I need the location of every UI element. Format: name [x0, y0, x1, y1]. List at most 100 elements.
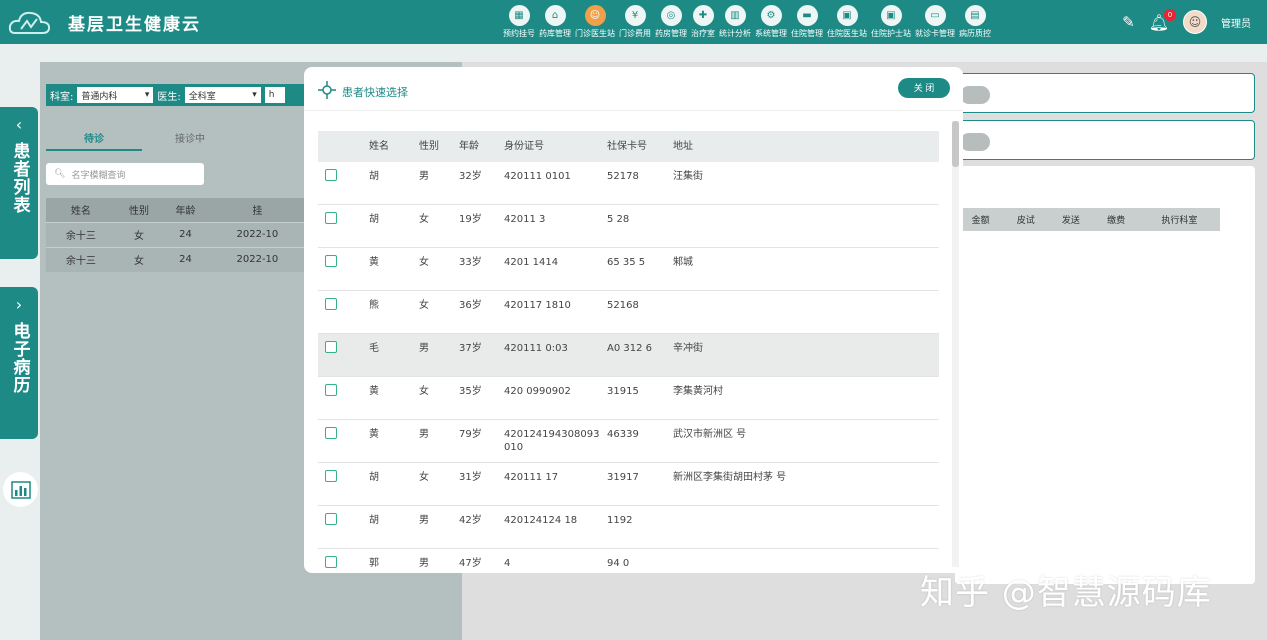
close-button[interactable]: 关 闭 [898, 78, 950, 98]
pencil-icon[interactable]: ✎ [1122, 13, 1135, 31]
patient-social-security-number: 52168 [607, 300, 639, 311]
row-checkbox[interactable] [325, 470, 337, 482]
collapsible-box [955, 73, 1255, 113]
calendar-icon: ▦ [508, 5, 530, 26]
nav-item-label: 治疗室 [691, 29, 715, 38]
patient-age: 33岁 [459, 257, 482, 268]
patient-social-security-number: 1192 [607, 515, 633, 526]
patient-id-number: 420111 0:03 [504, 343, 568, 354]
patient-row[interactable]: 胡 男 42岁 420124124 18 1192 [318, 506, 939, 549]
row-checkbox[interactable] [325, 212, 337, 224]
nav-item[interactable]: ¥ 门诊费用 [617, 0, 653, 44]
patient-row[interactable]: 郭 男 47岁 4 94 0 [318, 549, 939, 573]
row-checkbox[interactable] [325, 341, 337, 353]
nav-item-label: 统计分析 [719, 29, 751, 38]
row-checkbox[interactable] [325, 427, 337, 439]
column-header: 性别 [419, 141, 439, 152]
scrollbar[interactable] [952, 121, 959, 567]
row-checkbox[interactable] [325, 255, 337, 267]
waiting-patient-table: 姓名 性别 年龄 挂 余十三 女 24 2022-10 余十三 女 24 202… [46, 198, 306, 272]
dialog-title: 患者快速选择 [342, 86, 408, 99]
patient-id-number: 4201 1414 [504, 257, 559, 268]
table-row[interactable]: 余十三 女 24 2022-10 [46, 246, 306, 272]
patient-age: 19岁 [459, 214, 482, 225]
cloud-logo-icon [0, 0, 60, 44]
search-placeholder: 名字模糊查询 [71, 170, 126, 181]
table-row[interactable]: 余十三 女 24 2022-10 [46, 221, 306, 247]
column-header: 缴费 [1107, 216, 1126, 226]
nav-item[interactable]: ⚙ 系统管理 [753, 0, 789, 44]
patient-gender: 男 [419, 515, 429, 526]
patient-social-security-number: 31915 [607, 386, 639, 397]
doctor-select-value: 全科室 [188, 91, 216, 102]
patient-gender: 女 [419, 472, 429, 483]
patient-row[interactable]: 黄 女 33岁 4201 1414 65 35 5 邾城 [318, 248, 939, 291]
patient-id-number: 420111 17 [504, 472, 559, 483]
extra-input[interactable]: h [264, 87, 285, 103]
toggle-pill[interactable] [960, 86, 990, 104]
patient-social-security-number: 5 28 [607, 214, 630, 225]
nav-item-label: 病历质控 [959, 29, 991, 38]
row-checkbox[interactable] [325, 298, 337, 310]
nav-item[interactable]: ▤ 病历质控 [957, 0, 993, 44]
patient-tabs: 待诊 接诊中 [46, 126, 306, 151]
avatar[interactable]: ☺ [1183, 10, 1207, 34]
dept-select-value: 普通内科 [81, 91, 118, 102]
tab-waiting[interactable]: 待诊 [46, 126, 142, 151]
column-header: 执行科室 [1161, 216, 1198, 226]
patient-age: 79岁 [459, 429, 482, 440]
cell: 24 [162, 221, 209, 247]
cell: 2022-10 [208, 221, 306, 247]
toggle-pill[interactable] [960, 133, 990, 151]
patient-row[interactable]: 熊 女 36岁 420117 1810 52168 [318, 291, 939, 334]
nav-item-label: 预约挂号 [503, 29, 535, 38]
nav-item[interactable]: ☺ 门诊医生站 [573, 0, 617, 44]
nav-item[interactable]: ✚ 治疗室 [689, 0, 717, 44]
row-checkbox[interactable] [325, 513, 337, 525]
tab-in-consult[interactable]: 接诊中 [142, 126, 238, 151]
patient-address: 邾城 [673, 257, 693, 268]
nav-item[interactable]: ▦ 预约挂号 [501, 0, 537, 44]
module-nav: ▦ 预约挂号 ⌂ 药库管理 ☺ 门诊医生站 ¥ 门诊费用 ◎ 药房管理 ✚ 治疗室 ▥ 统计分析 ⚙ 系统管理… [501, 0, 993, 44]
patient-row[interactable]: 黄 男 79岁 420124194308093010 46339 武汉市新洲区 号 [318, 420, 939, 463]
row-checkbox[interactable] [325, 556, 337, 568]
patient-gender: 男 [419, 429, 429, 440]
patient-id-number: 420111 0101 [504, 171, 571, 182]
side-tab-patient-list[interactable]: ‹ 患者列表 [0, 107, 38, 259]
nav-item[interactable]: ▭ 就诊卡管理 [913, 0, 957, 44]
bell-icon[interactable]: 🔔︎ 0 [1149, 8, 1176, 32]
scrollbar-thumb[interactable] [952, 121, 959, 167]
patient-age: 42岁 [459, 515, 482, 526]
patient-row[interactable]: 黄 女 35岁 420 0990902 31915 李集黄河村 [318, 377, 939, 420]
nav-item[interactable]: ▥ 统计分析 [717, 0, 753, 44]
nav-item[interactable]: ⌂ 药库管理 [537, 0, 573, 44]
dept-select[interactable]: 普通内科 ▾ [77, 87, 154, 103]
patient-social-security-number: A0 312 6 [607, 343, 653, 354]
user-name[interactable]: 管理员 [1221, 15, 1251, 30]
nav-item[interactable]: ▬ 住院管理 [789, 0, 825, 44]
chevron-down-icon: ▾ [252, 90, 257, 100]
search-input[interactable]: 🔍︎ 名字模糊查询 [46, 163, 204, 185]
patient-social-security-number: 94 0 [607, 558, 630, 569]
nav-item[interactable]: ▣ 住院医生站 [825, 0, 869, 44]
row-checkbox[interactable] [325, 384, 337, 396]
row-checkbox[interactable] [325, 169, 337, 181]
doctor-select[interactable]: 全科室 ▾ [184, 87, 261, 103]
patient-row[interactable]: 胡 男 32岁 420111 0101 52178 汪集街 [318, 162, 939, 205]
column-header: 姓名 [46, 198, 116, 222]
patient-age: 35岁 [459, 386, 482, 397]
nav-item[interactable]: ◎ 药房管理 [653, 0, 689, 44]
bar-chart-icon[interactable] [3, 472, 38, 507]
side-tab-emr[interactable]: › 电子病历 [0, 287, 38, 439]
cell: 余十三 [46, 221, 116, 247]
patient-gender: 女 [419, 214, 429, 225]
nav-item[interactable]: ▣ 住院护士站 [869, 0, 913, 44]
patient-name: 胡 [369, 472, 379, 483]
patient-row[interactable]: 胡 女 31岁 420111 17 31917 新洲区李集街胡田村茅 号 [318, 463, 939, 506]
patient-quick-select-dialog: 患者快速选择 关 闭 姓名 性别 年龄 身份证号 社保卡号 地址 胡男 32岁 42… [304, 67, 963, 573]
patient-row[interactable]: 毛 男 37岁 420111 0:03 A0 312 6 辛冲街 [318, 334, 939, 377]
nav-item-label: 药库管理 [539, 29, 571, 38]
record-icon: ▤ [964, 5, 986, 26]
search-icon: 🔍︎ [54, 169, 66, 179]
patient-row[interactable]: 胡 女 19岁 42011 3 5 28 [318, 205, 939, 248]
